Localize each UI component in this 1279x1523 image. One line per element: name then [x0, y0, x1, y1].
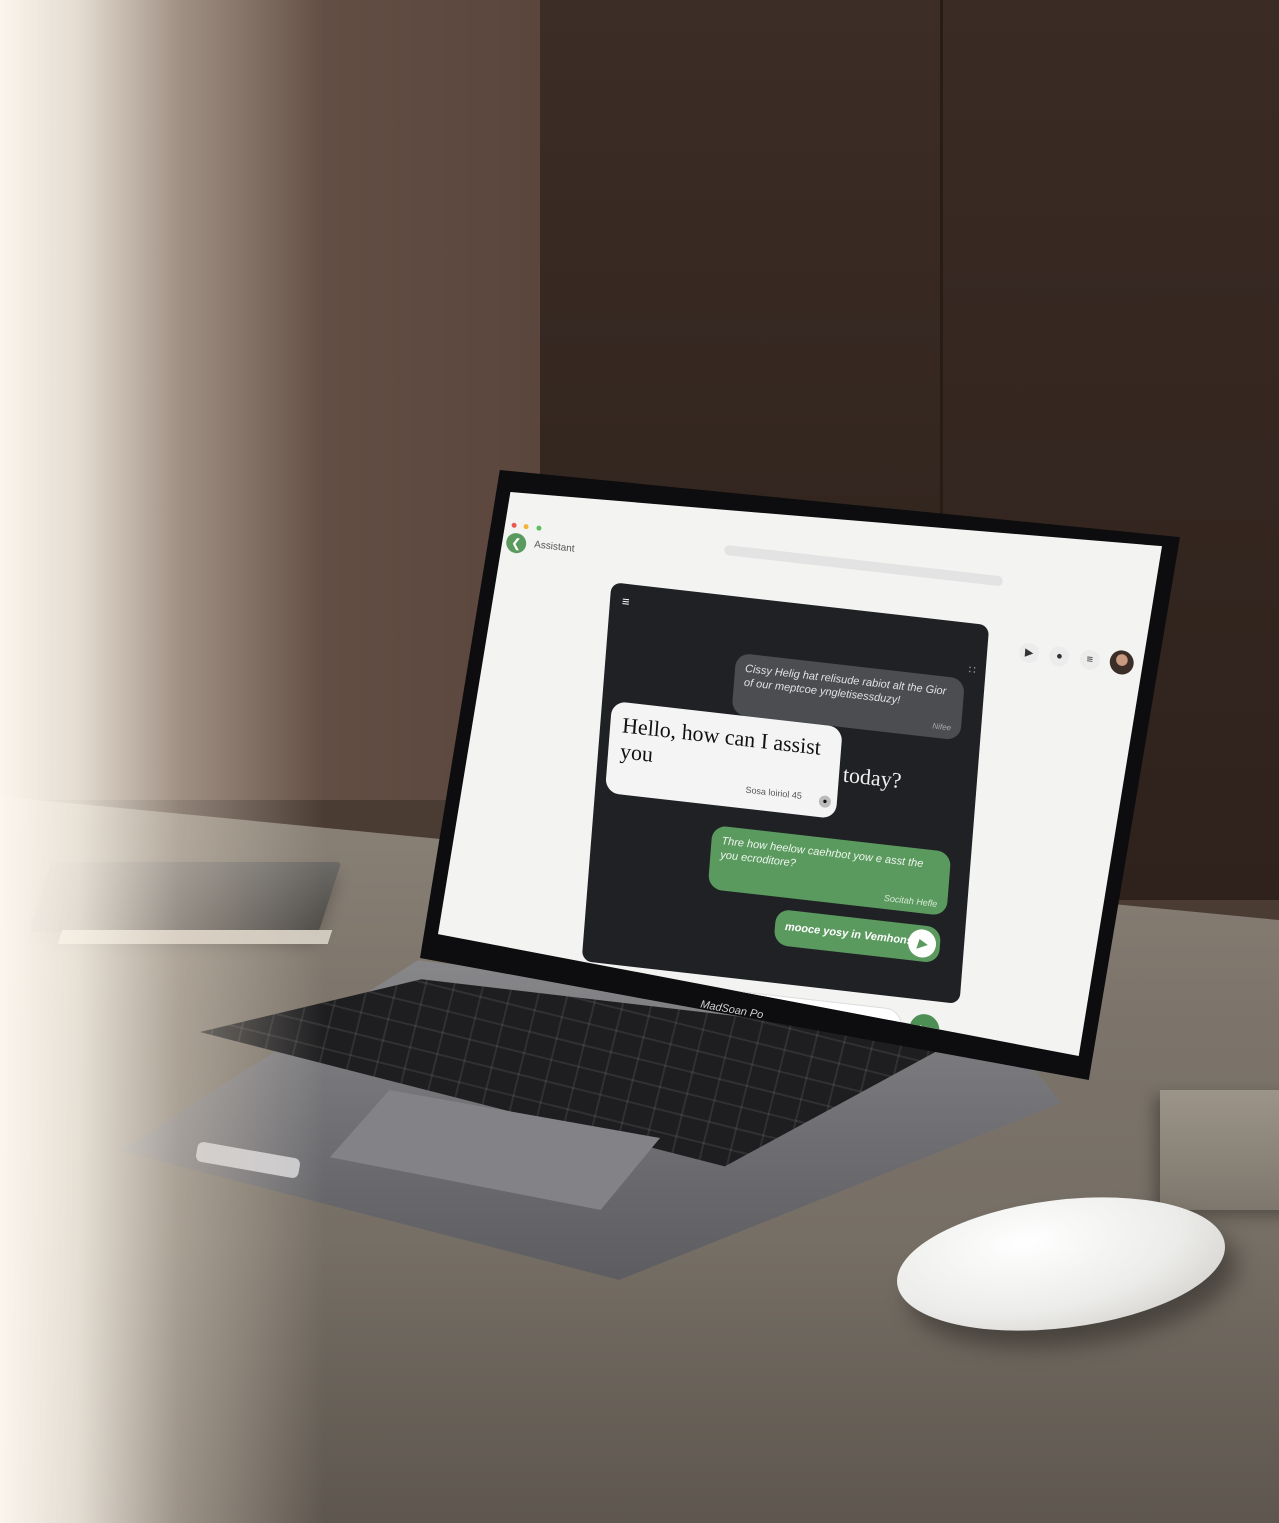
menu-icon[interactable]: ≡ — [1079, 648, 1101, 672]
address-bar[interactable] — [723, 544, 1004, 587]
app-logo-icon: ≡ — [621, 593, 631, 610]
profile-avatar[interactable] — [1109, 649, 1135, 676]
toolbar: ▶ ● ≡ — [1018, 639, 1135, 682]
message-meta: Sosa loiriol 45 — [745, 784, 803, 801]
play-icon[interactable]: ▶ — [907, 927, 938, 960]
chat-window: ≡ ∷ Cissy Helig hat relisude rabiot alt … — [581, 582, 990, 1005]
message-text: Cissy Helig hat relisude rabiot alt the … — [743, 662, 947, 707]
notification-icon[interactable]: ● — [1048, 645, 1071, 668]
message-meta: Nifee — [932, 721, 952, 733]
message-text: mooce yosy in Vemhons — [784, 920, 914, 948]
audio-icon[interactable]: ▶ — [1018, 642, 1040, 665]
photo-scene: ❮ Assistant ▶ ● ≡ ≡ ∷ Cissy Helig hat re… — [0, 0, 1279, 1523]
grid-menu-icon[interactable]: ∷ — [968, 663, 976, 677]
window-light — [0, 0, 560, 1523]
info-icon[interactable]: ● — [818, 794, 832, 809]
message-text: Thre how heelow caehrbot yow e asst the … — [719, 835, 924, 871]
message-meta: Socitah Hefle — [883, 892, 938, 909]
message-bubble-user: Thre how heelow caehrbot yow e asst the … — [707, 825, 952, 917]
message-text: Hello, how can I assist you — [619, 712, 822, 767]
message-overflow-text: today? — [842, 761, 903, 794]
wall-panel — [540, 0, 940, 520]
message-bubble-user: mooce yosy in Vemhons ▶ — [773, 908, 942, 964]
desk-box — [1160, 1090, 1279, 1210]
